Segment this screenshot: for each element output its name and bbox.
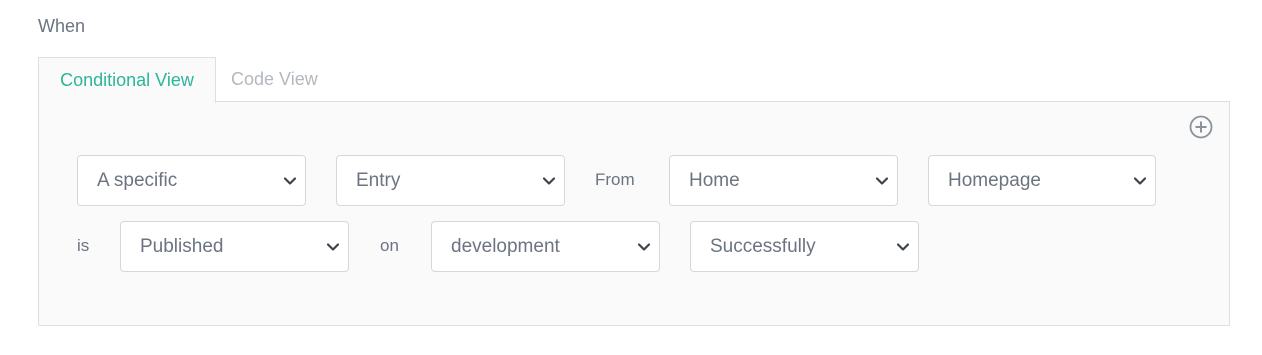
entry-select[interactable]: Homepage — [928, 155, 1156, 206]
tab-code-view[interactable]: Code View — [216, 57, 318, 102]
is-label: is — [77, 236, 90, 255]
event-select-value: Published — [140, 236, 224, 257]
content-type-select-value: Home — [689, 170, 740, 191]
chevron-down-icon — [542, 177, 556, 185]
view-tabs: Conditional View Code View — [38, 57, 318, 103]
subject-select[interactable]: A specific — [77, 155, 306, 206]
trigger-condition-section: When Conditional View Code View A specif… — [0, 0, 1262, 355]
type-select-value: Entry — [356, 170, 401, 191]
chevron-down-icon — [283, 177, 297, 185]
environment-select[interactable]: development — [431, 221, 660, 272]
entry-select-value: Homepage — [948, 170, 1041, 191]
environment-select-value: development — [451, 236, 560, 257]
section-title: When — [38, 16, 86, 36]
subject-select-value: A specific — [97, 170, 178, 191]
plus-circle-icon — [1189, 115, 1213, 139]
status-select-value: Successfully — [710, 236, 816, 257]
type-select[interactable]: Entry — [336, 155, 565, 206]
on-label: on — [380, 236, 399, 255]
tab-conditional-view[interactable]: Conditional View — [38, 57, 216, 103]
chevron-down-icon — [326, 243, 340, 251]
chevron-down-icon — [1133, 177, 1147, 185]
from-label: From — [595, 170, 635, 189]
conditions-panel — [38, 101, 1230, 326]
add-condition-button[interactable] — [1189, 115, 1213, 139]
chevron-down-icon — [896, 243, 910, 251]
chevron-down-icon — [875, 177, 889, 185]
chevron-down-icon — [637, 243, 651, 251]
event-select[interactable]: Published — [120, 221, 349, 272]
content-type-select[interactable]: Home — [669, 155, 898, 206]
status-select[interactable]: Successfully — [690, 221, 919, 272]
